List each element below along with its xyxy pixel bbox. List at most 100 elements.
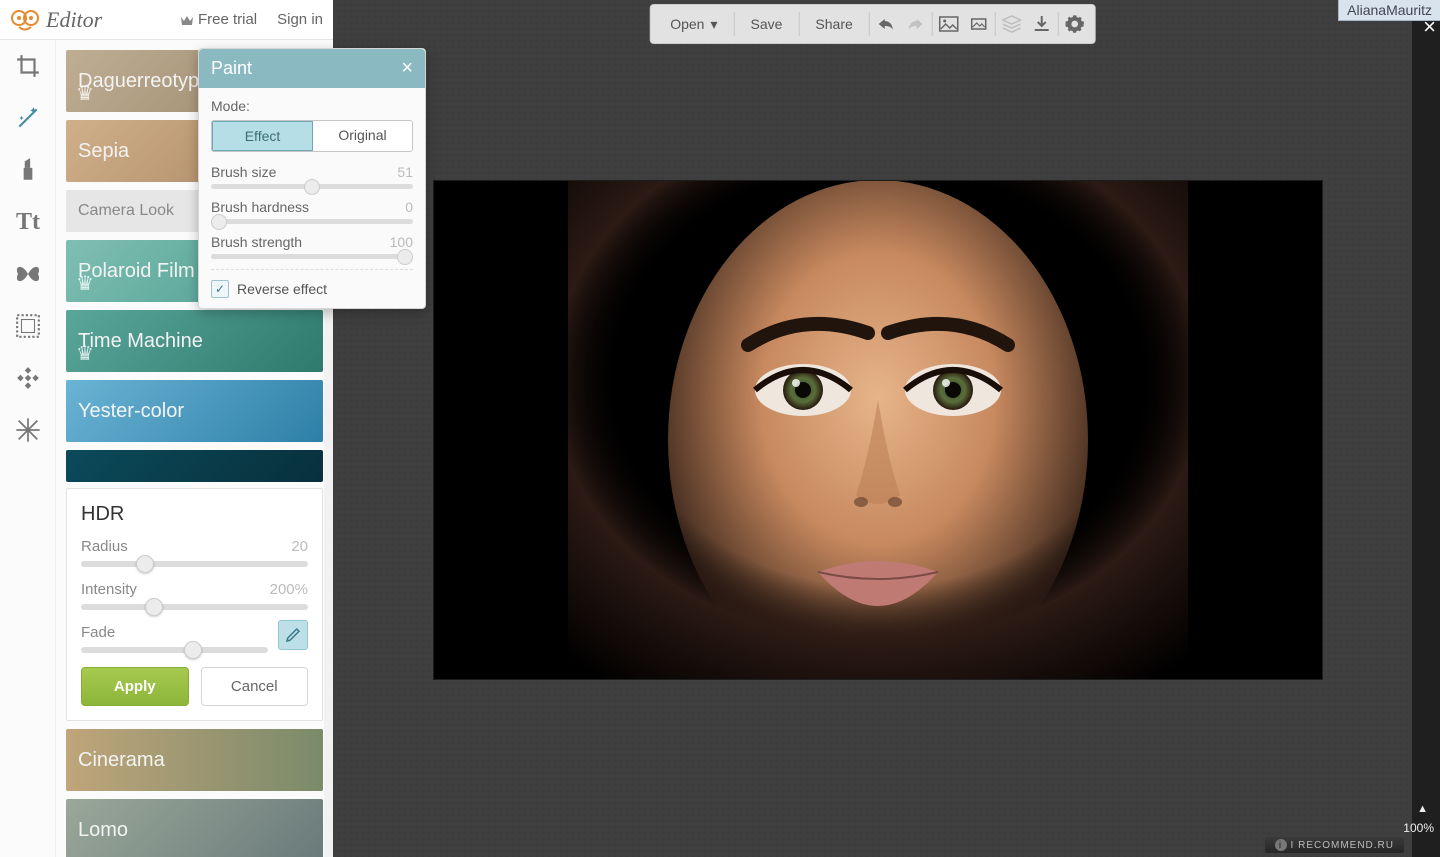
zoom-level[interactable]: 100% xyxy=(1403,821,1434,835)
paint-popover-header: Paint × xyxy=(199,49,425,88)
crown-icon xyxy=(180,14,194,26)
image-small-icon xyxy=(969,16,989,32)
effect-tile-yester-color[interactable]: Yester-color xyxy=(66,380,323,442)
brush-strength-slider[interactable] xyxy=(211,254,413,259)
crop-tool[interactable] xyxy=(0,40,56,92)
crown-icon: ♛ xyxy=(76,81,94,106)
hdr-title: HDR xyxy=(81,503,308,526)
slider-thumb[interactable] xyxy=(145,598,163,616)
brush-strength-label: Brush strength xyxy=(211,234,302,250)
divider xyxy=(1058,12,1059,36)
effect-label: Camera Look xyxy=(78,202,174,220)
slider-thumb[interactable] xyxy=(304,179,320,195)
reverse-effect-row[interactable]: ✓ Reverse effect xyxy=(211,280,413,298)
top-toolbar: Open▾ Save Share xyxy=(649,4,1096,44)
overlays-tool[interactable] xyxy=(0,248,56,300)
lipstick-icon xyxy=(17,157,39,183)
hdr-fade-label: Fade xyxy=(81,624,115,641)
hdr-intensity-label: Intensity xyxy=(81,581,137,598)
download-button[interactable] xyxy=(1028,10,1056,38)
effect-tile-lomo[interactable]: Lomo xyxy=(66,799,323,857)
sign-in-link[interactable]: Sign in xyxy=(277,11,323,28)
crop-icon xyxy=(15,53,41,79)
cancel-button[interactable]: Cancel xyxy=(201,667,309,706)
texture-icon xyxy=(15,365,41,391)
header-right: Free trial Sign in xyxy=(180,11,323,28)
zoom-up-icon[interactable]: ▲ xyxy=(1417,803,1428,815)
hdr-radius-param: Radius20 xyxy=(81,538,308,567)
effect-label: Yester-color xyxy=(78,400,184,423)
reverse-effect-checkbox[interactable]: ✓ xyxy=(211,280,229,298)
watermark: iI RECOMMEND.RU xyxy=(1265,837,1404,853)
info-icon: i xyxy=(1275,839,1287,851)
brush-hardness-label: Brush hardness xyxy=(211,199,309,215)
effect-label: Daguerreotype xyxy=(78,70,210,93)
effect-label: Time Machine xyxy=(78,330,203,353)
hdr-intensity-value: 200% xyxy=(270,581,308,598)
brush-hardness-value: 0 xyxy=(405,199,413,215)
brush-size-label: Brush size xyxy=(211,164,276,180)
settings-button[interactable] xyxy=(1061,10,1089,38)
chevron-down-icon: ▾ xyxy=(710,16,717,33)
paint-mode-effect[interactable]: Effect xyxy=(211,120,314,152)
brush-size-value: 51 xyxy=(397,164,413,180)
touchup-tool[interactable] xyxy=(0,144,56,196)
slider-thumb[interactable] xyxy=(184,641,202,659)
hdr-intensity-param: Intensity 200% xyxy=(81,581,308,610)
fit-button[interactable] xyxy=(965,10,993,38)
app-logo: Editor xyxy=(10,7,102,33)
portrait-image xyxy=(568,180,1188,680)
brush-size-slider[interactable] xyxy=(211,184,413,189)
undo-button[interactable] xyxy=(872,10,900,38)
paint-mode-button[interactable] xyxy=(278,620,308,650)
share-button[interactable]: Share xyxy=(801,5,866,43)
hdr-fade-slider[interactable] xyxy=(81,647,268,653)
hdr-radius-slider[interactable] xyxy=(81,561,308,567)
hdr-panel: HDR Radius20 Intensity200% Fade64% Apply… xyxy=(66,488,323,721)
snowflake-icon xyxy=(14,416,42,444)
effect-label: Polaroid Film xyxy=(78,260,195,283)
undo-icon xyxy=(876,16,896,32)
open-button[interactable]: Open▾ xyxy=(656,5,731,43)
slider-thumb[interactable] xyxy=(397,249,413,265)
save-button[interactable]: Save xyxy=(737,5,797,43)
download-icon xyxy=(1033,15,1051,33)
effect-tile-cinerama[interactable]: Cinerama xyxy=(66,729,323,791)
apply-button[interactable]: Apply xyxy=(81,667,189,706)
slider-thumb[interactable] xyxy=(136,555,154,573)
brush-strength-value: 100 xyxy=(390,234,413,250)
right-bar xyxy=(1412,0,1440,857)
effect-label: Sepia xyxy=(78,140,129,163)
paint-mode-original[interactable]: Original xyxy=(313,121,412,151)
free-trial-link[interactable]: Free trial xyxy=(180,11,257,28)
brush-hardness-slider[interactable] xyxy=(211,219,413,224)
textures-tool[interactable] xyxy=(0,352,56,404)
slider-thumb[interactable] xyxy=(211,214,227,230)
effects-tool[interactable] xyxy=(0,92,56,144)
gear-icon xyxy=(1065,14,1085,34)
divider xyxy=(869,12,870,36)
frames-tool[interactable] xyxy=(0,300,56,352)
themes-tool[interactable] xyxy=(0,404,56,456)
divider xyxy=(211,269,413,270)
brush-icon xyxy=(284,626,302,644)
hdr-intensity-slider[interactable] xyxy=(81,604,308,610)
magic-wand-icon xyxy=(15,105,41,131)
text-tool[interactable]: Tt xyxy=(0,196,56,248)
text-icon: Tt xyxy=(16,209,40,236)
app-header: Editor Free trial Sign in xyxy=(0,0,333,40)
butterfly-icon xyxy=(14,263,42,285)
resize-button[interactable] xyxy=(935,10,963,38)
effect-label: Lomo xyxy=(78,819,128,842)
app-name: Editor xyxy=(46,7,102,33)
reverse-effect-label: Reverse effect xyxy=(237,281,327,297)
paint-close-button[interactable]: × xyxy=(401,57,413,80)
divider xyxy=(932,12,933,36)
hdr-actions: Apply Cancel xyxy=(81,667,308,706)
effect-tile-time-machine[interactable]: Time Machine♛ xyxy=(66,310,323,372)
redo-icon xyxy=(906,16,926,32)
hdr-radius-label: Radius xyxy=(81,538,128,555)
layers-button[interactable] xyxy=(998,10,1026,38)
left-toolbar: Tt xyxy=(0,40,56,857)
redo-button[interactable] xyxy=(902,10,930,38)
